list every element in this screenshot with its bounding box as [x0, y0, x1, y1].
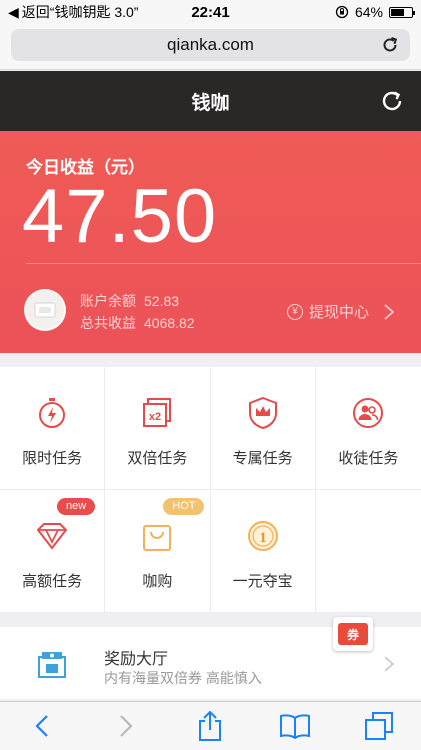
balance-value: 52.83 [144, 293, 180, 309]
book-icon [279, 714, 310, 739]
hot-badge: HOT [163, 498, 205, 515]
avatar-placeholder-icon [34, 302, 56, 318]
battery-percent: 64% [354, 4, 383, 20]
total-earnings-row: 总共收益 4068.82 [80, 313, 195, 333]
task-exclusive[interactable]: 专属任务 [210, 367, 316, 490]
withdraw-label: 提现中心 [308, 304, 369, 321]
stopwatch-icon [39, 398, 66, 428]
chevron-right-icon [120, 715, 133, 737]
shopping-bag-icon [143, 525, 172, 551]
coupon-icon[interactable]: 券 [333, 617, 373, 651]
battery-icon [389, 6, 415, 18]
task-label: 咖购 [142, 573, 173, 590]
orientation-lock-icon [335, 5, 349, 19]
back-arrow-icon: ◀ [8, 3, 19, 20]
task-label: 专属任务 [232, 450, 293, 467]
browser-toolbar [0, 701, 421, 750]
task-limited-time[interactable]: 限时任务 [0, 367, 106, 490]
chevron-right-icon [384, 303, 395, 320]
refresh-icon[interactable] [379, 88, 405, 114]
coin-1-icon: 1 [247, 521, 278, 551]
address-bar[interactable]: qianka.com [11, 29, 410, 61]
reward-shop-icon [38, 652, 66, 678]
task-label: 收徒任务 [338, 450, 399, 467]
task-apprentice[interactable]: 收徒任务 [315, 367, 421, 490]
task-label: 一元夺宝 [232, 573, 293, 590]
svg-text:1: 1 [259, 530, 267, 546]
apprentice-icon [353, 398, 384, 428]
divider [26, 263, 421, 264]
reward-hall-title: 奖励大厅 [104, 651, 169, 668]
forward-button[interactable] [106, 706, 146, 746]
back-button[interactable] [22, 706, 62, 746]
yen-icon: ¥ [286, 303, 303, 320]
new-badge: new [57, 498, 96, 515]
bookmarks-button[interactable] [275, 706, 315, 746]
page-title: 钱咖 [191, 92, 230, 114]
task-label: 双倍任务 [127, 450, 188, 467]
total-earnings-value: 4068.82 [144, 315, 195, 331]
reload-icon[interactable] [380, 35, 400, 55]
browser-bar: qianka.com [0, 24, 421, 70]
svg-text:x2: x2 [149, 411, 161, 423]
x2-cards-icon: x2 [143, 398, 172, 427]
task-high-value[interactable]: new 高额任务 [0, 490, 106, 613]
app-header: 钱咖 [0, 71, 421, 131]
task-grid: 限时任务 x2 双倍任务 专属任务 收徒任务 new 高额任务 HOT 咖购 1… [0, 367, 421, 613]
url-text: qianka.com [167, 35, 254, 54]
task-double[interactable]: x2 双倍任务 [105, 367, 211, 490]
earnings-card: 今日收益（元） 47.50 账户余额 52.83 总共收益 4068.82 ¥ 提现… [0, 131, 421, 353]
withdraw-center-link[interactable]: ¥ 提现中心 [286, 301, 395, 322]
coupon-label: 券 [338, 623, 368, 645]
avatar[interactable] [24, 289, 66, 331]
task-label: 限时任务 [22, 450, 83, 467]
back-to-app-button[interactable]: ◀ 返回“钱咖钥匙 3.0” [8, 2, 138, 22]
empty-cell [315, 490, 421, 613]
task-one-yuan-treasure[interactable]: 1 一元夺宝 [210, 490, 316, 613]
share-icon [199, 710, 222, 741]
back-to-app-label: 返回“钱咖钥匙 3.0” [21, 4, 139, 20]
tabs-button[interactable] [359, 706, 399, 746]
chevron-right-icon [384, 656, 395, 672]
task-kagou[interactable]: HOT 咖购 [105, 490, 211, 613]
diamond-icon [36, 523, 68, 550]
earnings-amount: 47.50 [22, 174, 218, 259]
tabs-icon [364, 712, 393, 740]
task-label: 高额任务 [22, 573, 83, 590]
balance-row: 账户余额 52.83 [80, 291, 179, 311]
crown-shield-icon [248, 396, 277, 430]
share-button[interactable] [190, 706, 230, 746]
chevron-left-icon [35, 715, 48, 737]
reward-hall-subtitle: 内有海量双倍券 高能慎入 [104, 670, 262, 686]
balance-label: 账户余额 [80, 293, 136, 309]
total-earnings-label: 总共收益 [80, 315, 136, 331]
status-bar: ◀ 返回“钱咖钥匙 3.0” 22:41 64% [0, 0, 421, 24]
